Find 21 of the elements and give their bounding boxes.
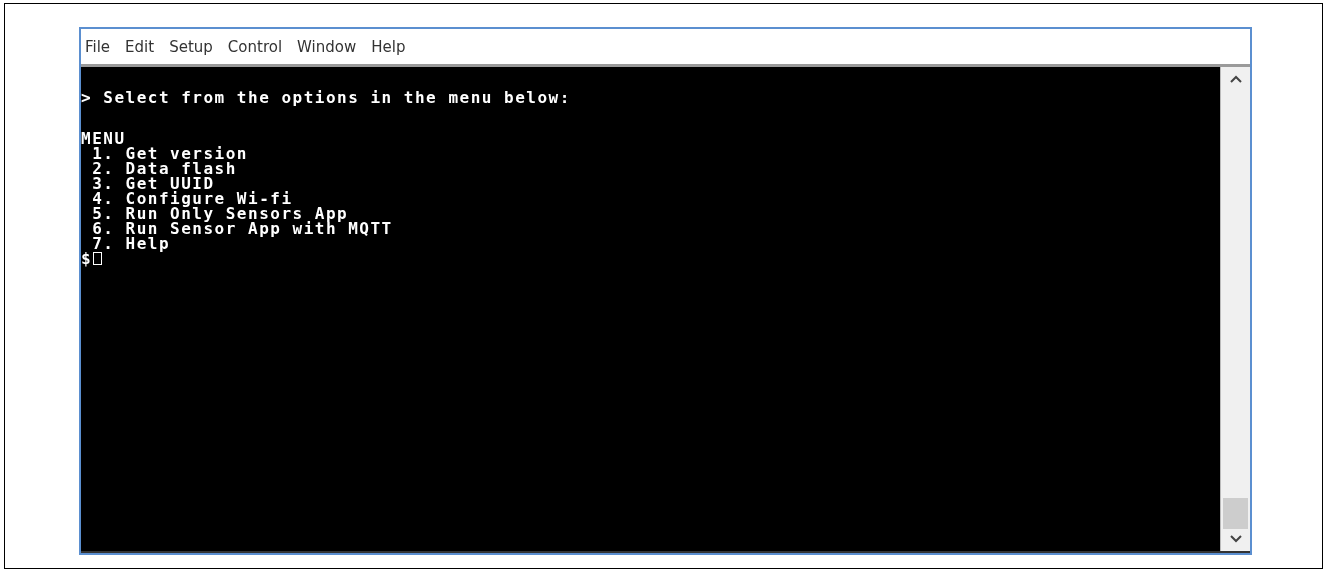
- menu-option: 7. Help: [81, 236, 1220, 251]
- scrollbar-thumb[interactable]: [1223, 498, 1248, 529]
- menu-item[interactable]: File: [85, 37, 111, 56]
- text-cursor: [93, 252, 103, 265]
- terminal-message: > Select from the options in the menu below:: [81, 89, 572, 107]
- menu-item[interactable]: Setup: [169, 37, 213, 56]
- menu-item[interactable]: Help: [371, 37, 406, 56]
- menu-option: 2. Data flash: [81, 161, 1220, 176]
- scroll-down-icon[interactable]: [1229, 535, 1242, 543]
- menu-option: 5. Run Only Sensors App: [81, 206, 1220, 221]
- menu-option: 3. Get UUID: [81, 176, 1220, 191]
- menu-item[interactable]: Control: [227, 37, 283, 56]
- scroll-up-icon[interactable]: [1229, 75, 1242, 83]
- menu-item[interactable]: Edit: [125, 37, 155, 56]
- scrollbar[interactable]: [1220, 67, 1250, 551]
- menu-option: 6. Run Sensor App with MQTT: [81, 221, 1220, 236]
- menu-heading: MENU: [81, 131, 126, 146]
- input-prompt: $: [81, 251, 93, 266]
- menu-option: 4. Configure Wi-fi: [81, 191, 1220, 206]
- menu-option: 1. Get version: [81, 146, 1220, 161]
- menu-item[interactable]: Window: [297, 37, 357, 56]
